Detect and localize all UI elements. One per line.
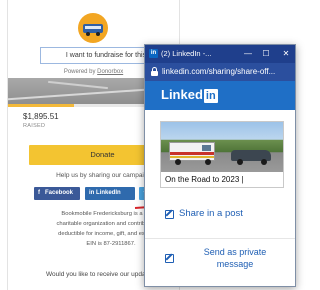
progress-fill [8,104,74,107]
preview-title: On the Road to 2023 | [165,175,244,184]
send-private-message-label: Send as private message [203,247,267,269]
url-text: linkedin.com/sharing/share-off... [162,67,276,76]
share-in-post-label: Share in a post [179,208,243,219]
edit-icon [165,254,174,263]
linkedin-icon: in [89,190,95,196]
window-titlebar: in (2) LinkedIn -... — ☐ ✕ [145,45,295,63]
raised-label: RAISED [23,123,46,129]
raised-amount: $1,895.51 [23,112,59,121]
linkedin-header: Linked in [145,81,295,110]
linkedin-logo: Linked in [161,87,218,103]
minimize-icon[interactable]: — [241,47,255,61]
facebook-icon: f [38,190,40,196]
send-private-message-button[interactable]: Send as private message [145,246,295,276]
divider [145,238,295,239]
share-linkedin-button[interactable]: in LinkedIn [85,187,135,200]
close-icon[interactable]: ✕ [279,47,293,61]
bookmobile-logo [78,13,108,43]
linkedin-share-window: in (2) LinkedIn -... — ☐ ✕ linkedin.com/… [144,44,296,287]
linkedin-logo-in: in [203,89,218,103]
powered-prefix: Powered by [63,69,96,75]
share-facebook-label: Facebook [45,190,74,196]
donorbox-link[interactable]: Donorbox [97,69,123,75]
share-linkedin-label: LinkedIn [96,190,121,196]
share-facebook-button[interactable]: f Facebook [34,187,80,200]
linkedin-logo-word: Linked [161,87,203,102]
share-preview-card: On the Road to 2023 | [160,121,284,188]
address-bar[interactable]: linkedin.com/sharing/share-off... [145,63,295,81]
receive-updates-prompt: Would you like to receive our update [46,271,152,278]
preview-image [161,122,283,172]
edit-icon [165,210,174,219]
window-title: (2) LinkedIn -... [161,49,212,58]
lock-icon [151,67,158,77]
share-in-post-button[interactable]: Share in a post [145,205,295,227]
linkedin-icon: in [149,49,158,58]
maximize-icon[interactable]: ☐ [259,47,273,61]
